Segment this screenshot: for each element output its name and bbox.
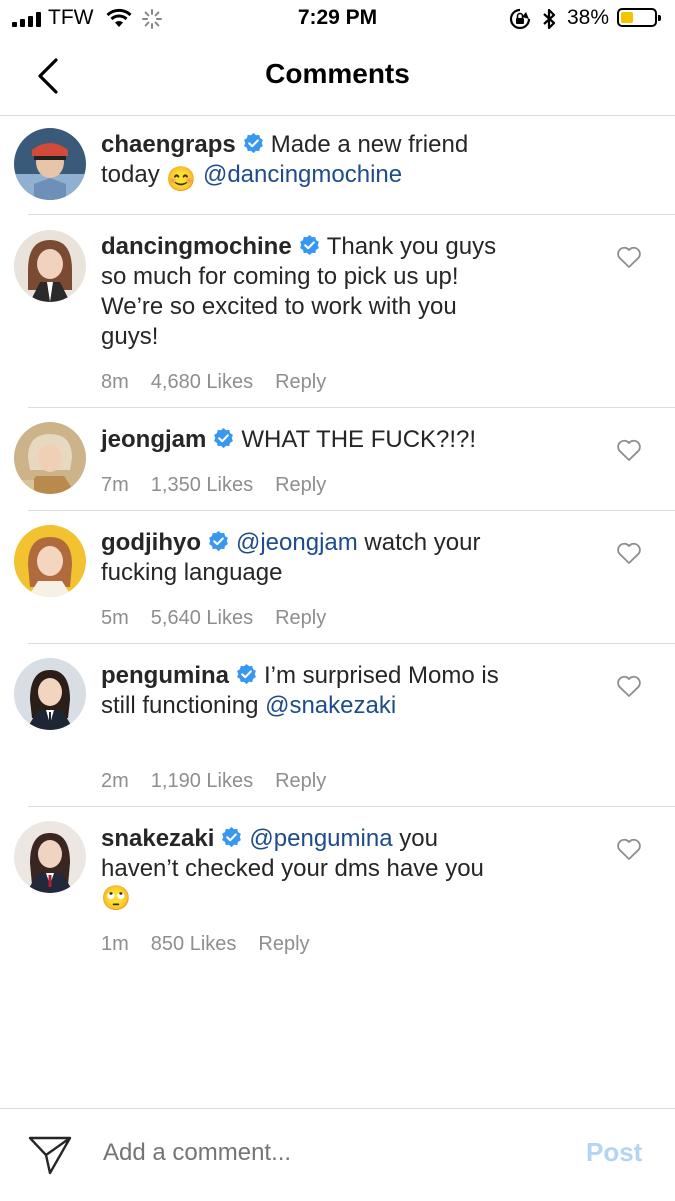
mention-link[interactable]: @pengumina — [249, 825, 392, 852]
comment-likes[interactable]: 1,350 Likes — [151, 474, 253, 496]
comment-username[interactable]: godjihyo — [101, 529, 201, 556]
reply-button[interactable]: Reply — [275, 607, 326, 629]
comment-time: 7m — [101, 474, 129, 496]
comment-username[interactable]: chaengraps — [101, 131, 236, 158]
comment-meta: 7m 1,350 Likes Reply — [101, 474, 348, 497]
comment-username[interactable]: snakezaki — [101, 825, 214, 852]
verified-badge-icon — [243, 132, 263, 154]
comment-body: jeongjam WHAT THE FUCK?!?! — [101, 425, 501, 455]
verified-badge-icon — [214, 427, 234, 449]
comment-time: 2m — [101, 770, 129, 792]
reply-button[interactable]: Reply — [275, 371, 326, 393]
comment-input[interactable] — [103, 1139, 543, 1167]
verified-badge-icon — [237, 663, 256, 685]
send-direct-icon[interactable] — [28, 1135, 72, 1175]
comment-username[interactable]: dancingmochine — [101, 233, 292, 260]
comment-likes[interactable]: 5,640 Likes — [151, 607, 253, 629]
battery-icon — [617, 8, 661, 27]
avatar[interactable] — [14, 821, 86, 893]
divider — [28, 510, 675, 511]
comment-meta: 8m 4,680 Likes Reply — [101, 371, 348, 394]
mention-link[interactable]: @snakezaki — [265, 692, 396, 719]
comment-body: godjihyo @jeongjam watch your fucking lan… — [101, 528, 501, 588]
comment-time: 5m — [101, 607, 129, 629]
avatar[interactable] — [14, 658, 86, 730]
avatar[interactable] — [14, 422, 86, 494]
heart-outline-icon[interactable] — [616, 541, 642, 565]
comment-text: WHAT THE FUCK?!?! — [241, 426, 477, 453]
verified-badge-icon — [209, 530, 228, 552]
smiling-face-emoji: 😊 — [166, 166, 197, 193]
verified-badge-icon — [222, 826, 242, 848]
mention-link[interactable]: @jeongjam — [236, 529, 358, 556]
status-bar: TFW 7:29 PM 38% — [0, 0, 675, 38]
verified-badge-icon — [299, 234, 319, 256]
comment-time: 8m — [101, 371, 129, 393]
comment-meta: 5m 5,640 Likes Reply — [101, 607, 348, 630]
rotation-lock-icon — [509, 8, 531, 30]
comment-body: snakezaki @pengumina you haven’t checked … — [101, 824, 501, 914]
heart-outline-icon[interactable] — [616, 438, 642, 462]
avatar[interactable] — [14, 525, 86, 597]
comment-username[interactable]: jeongjam — [101, 426, 206, 453]
heart-outline-icon[interactable] — [616, 245, 642, 269]
eye-roll-emoji: 🙄 — [101, 885, 131, 912]
mention-link[interactable]: @dancingmochine — [203, 161, 402, 188]
comment-meta: 1m 850 Likes Reply — [101, 933, 332, 956]
divider — [28, 806, 675, 807]
navigation-header: Comments — [0, 38, 675, 116]
post-button[interactable]: Post — [586, 1137, 642, 1168]
comment-username[interactable]: pengumina — [101, 662, 229, 689]
divider — [28, 407, 675, 408]
comment-body: dancingmochine Thank you guys so much for… — [101, 232, 501, 352]
reply-button[interactable]: Reply — [258, 933, 309, 955]
comment-likes[interactable]: 850 Likes — [151, 933, 237, 955]
comment-meta: 2m 1,190 Likes Reply — [101, 770, 348, 793]
comment-time: 1m — [101, 933, 129, 955]
reply-button[interactable]: Reply — [275, 770, 326, 792]
divider — [28, 214, 675, 215]
comment-composer: Post — [0, 1108, 675, 1201]
comment-body: pengumina I’m surprised Momo is still fun… — [101, 661, 501, 721]
heart-outline-icon[interactable] — [616, 674, 642, 698]
divider — [28, 643, 675, 644]
comment-body: chaengraps Made a new friend today 😊 @dan… — [101, 130, 521, 194]
comment-likes[interactable]: 4,680 Likes — [151, 371, 253, 393]
avatar[interactable] — [14, 230, 86, 302]
page-title: Comments — [265, 58, 410, 89]
bluetooth-icon — [543, 8, 556, 30]
avatar[interactable] — [14, 128, 86, 200]
reply-button[interactable]: Reply — [275, 474, 326, 496]
comment-likes[interactable]: 1,190 Likes — [151, 770, 253, 792]
heart-outline-icon[interactable] — [616, 837, 642, 861]
battery-percentage: 38% — [567, 6, 610, 29]
